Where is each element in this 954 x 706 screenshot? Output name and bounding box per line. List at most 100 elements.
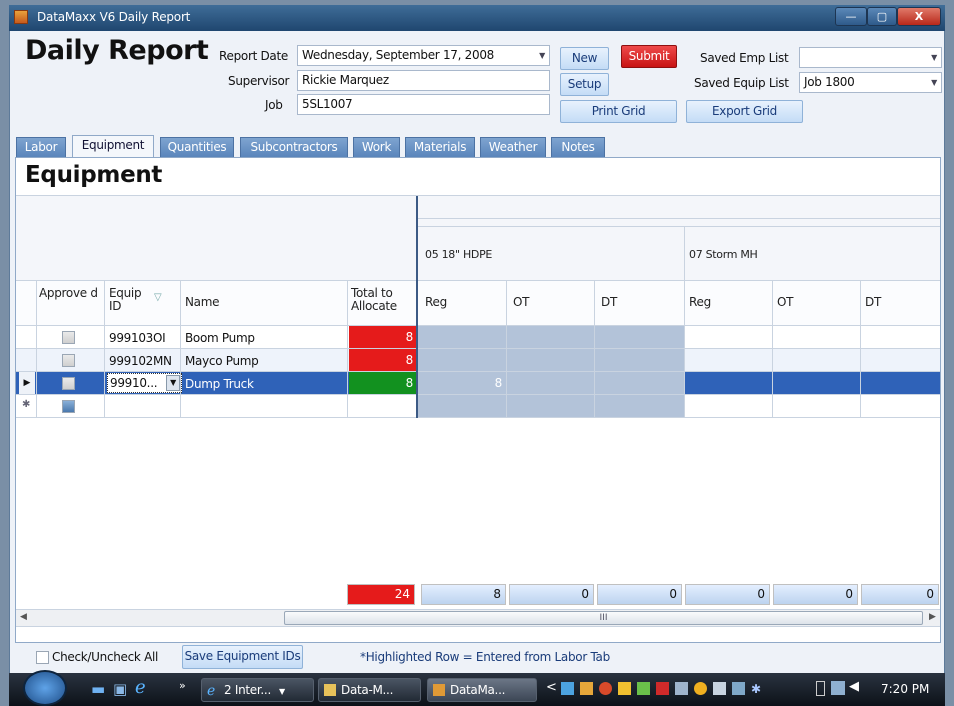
col-ot-1[interactable]: OT <box>513 295 529 309</box>
col-equip-id[interactable]: Equip ID <box>109 287 149 313</box>
page-title: Daily Report <box>25 35 209 66</box>
new-row[interactable]: ✱ <box>16 395 940 418</box>
tray-icon[interactable] <box>599 682 612 695</box>
window-title-bar: DataMaxx V6 Daily Report — ▢ X <box>9 5 945 31</box>
close-button[interactable]: X <box>897 7 941 26</box>
reg2-sum: 0 <box>685 584 770 605</box>
app-icon <box>433 684 445 696</box>
approve-checkbox[interactable] <box>62 331 75 344</box>
more-icon[interactable]: » <box>179 679 186 692</box>
col-total[interactable]: Total to Allocate <box>351 287 411 313</box>
new-button[interactable]: New <box>560 47 609 70</box>
supervisor-field[interactable]: Rickie Marquez <box>297 70 550 91</box>
maximize-button[interactable]: ▢ <box>867 7 897 26</box>
save-equipment-ids-button[interactable]: Save Equipment IDs <box>182 645 303 669</box>
saved-emp-list-select[interactable]: ▼ <box>799 47 942 68</box>
total-cell: 8 <box>349 326 417 348</box>
tab-weather[interactable]: Weather <box>480 137 546 157</box>
taskbar-item-ie[interactable]: ℯ2 Inter... ▼ <box>201 678 314 702</box>
tab-work[interactable]: Work <box>353 137 400 157</box>
shaded-cells[interactable] <box>418 349 684 371</box>
tab-quantities[interactable]: Quantities <box>160 137 234 157</box>
job-field[interactable]: 5SL1007 <box>297 94 550 115</box>
equip-id-combo[interactable]: 99910... ▼ <box>107 373 182 393</box>
setup-button[interactable]: Setup <box>560 73 609 96</box>
col-dt-1[interactable]: DT <box>601 295 617 309</box>
bluetooth-icon[interactable]: ✱ <box>751 682 764 696</box>
chevron-down-icon[interactable]: ▼ <box>166 375 180 391</box>
name-cell[interactable]: Dump Truck <box>185 377 254 391</box>
name-cell[interactable]: Mayco Pump <box>185 354 259 368</box>
job-label: Job <box>265 98 283 112</box>
tray-icon[interactable] <box>561 682 574 695</box>
network-icon[interactable] <box>831 681 845 695</box>
table-row[interactable]: 999103OI Boom Pump 8 <box>16 326 940 349</box>
clock[interactable]: 7:20 PM <box>881 682 929 696</box>
tab-materials[interactable]: Materials <box>405 137 475 157</box>
minimize-button[interactable]: — <box>835 7 867 26</box>
check-all-checkbox[interactable] <box>36 651 49 664</box>
reg1-sum: 8 <box>421 584 506 605</box>
tray-icon[interactable] <box>732 682 745 695</box>
col-reg-1[interactable]: Reg <box>425 295 447 309</box>
report-date-label: Report Date <box>219 49 288 63</box>
col-ot-2[interactable]: OT <box>777 295 793 309</box>
approve-checkbox[interactable] <box>62 354 75 367</box>
shaded-cells[interactable] <box>418 326 684 348</box>
name-cell[interactable]: Boom Pump <box>185 331 255 345</box>
approve-checkbox[interactable] <box>62 400 75 413</box>
export-grid-button[interactable]: Export Grid <box>686 100 803 123</box>
tray-icon[interactable] <box>713 682 726 695</box>
tray-icon[interactable] <box>694 682 707 695</box>
desktop-icon[interactable]: ▬ <box>91 680 105 698</box>
total-cell: 8 <box>349 349 417 371</box>
tab-equipment[interactable]: Equipment <box>72 135 154 157</box>
system-tray-icons[interactable]: ✱ <box>561 682 801 697</box>
tray-icon[interactable] <box>580 682 593 695</box>
col-dt-2[interactable]: DT <box>865 295 881 309</box>
tab-notes[interactable]: Notes <box>551 137 605 157</box>
battery-icon[interactable] <box>816 681 825 696</box>
taskbar-item-folder[interactable]: Data-M... <box>318 678 421 702</box>
tray-icon[interactable] <box>656 682 669 695</box>
main-window: Daily Report Report Date Wednesday, Sept… <box>9 31 945 673</box>
equipment-grid: 05 18" HDPE 07 Storm MH Approve d Equip … <box>16 195 940 605</box>
tray-icon[interactable] <box>675 682 688 695</box>
approve-checkbox[interactable] <box>62 377 75 390</box>
table-row[interactable]: 999102MN Mayco Pump 8 <box>16 349 940 372</box>
ie-icon[interactable]: ℯ <box>135 677 146 698</box>
horizontal-scrollbar[interactable]: ◀ III ▶ <box>16 609 940 627</box>
saved-emp-list-label: Saved Emp List <box>700 51 789 65</box>
filter-icon[interactable]: ▽ <box>154 292 162 303</box>
col-approve[interactable]: Approve d <box>39 287 99 300</box>
equip-id-cell[interactable]: 999102MN <box>109 354 172 368</box>
start-button[interactable] <box>23 670 67 706</box>
ot2-sum: 0 <box>773 584 858 605</box>
section-title: Equipment <box>25 162 163 188</box>
taskbar: ▬ ▣ ℯ » ℯ2 Inter... ▼ Data-M... DataMa...… <box>9 670 945 706</box>
check-all-label[interactable]: Check/Uncheck All <box>52 650 158 664</box>
window-title: DataMaxx V6 Daily Report <box>37 10 191 24</box>
tray-expand-icon[interactable]: < <box>546 680 557 695</box>
scroll-left-icon[interactable]: ◀ <box>20 612 27 622</box>
submit-button[interactable]: Submit <box>621 45 677 68</box>
col-reg-2[interactable]: Reg <box>689 295 711 309</box>
report-date-picker[interactable]: Wednesday, September 17, 2008 ▼ <box>297 45 550 66</box>
tray-icon[interactable] <box>618 682 631 695</box>
saved-equip-list-select[interactable]: Job 1800 ▼ <box>799 72 942 93</box>
col-name[interactable]: Name <box>185 295 220 309</box>
print-grid-button[interactable]: Print Grid <box>560 100 677 123</box>
scroll-thumb[interactable]: III <box>284 611 923 625</box>
tab-subcontractors[interactable]: Subcontractors <box>240 137 348 157</box>
supervisor-label: Supervisor <box>228 74 290 88</box>
reg-cell[interactable]: 8 <box>418 372 506 394</box>
taskbar-item-datamaxx[interactable]: DataMa... <box>427 678 537 702</box>
ot1-sum: 0 <box>509 584 594 605</box>
volume-icon[interactable]: ◀ <box>849 679 859 694</box>
tab-labor[interactable]: Labor <box>16 137 66 157</box>
scroll-right-icon[interactable]: ▶ <box>929 612 936 622</box>
switch-windows-icon[interactable]: ▣ <box>113 680 127 698</box>
equip-id-cell[interactable]: 999103OI <box>109 331 166 345</box>
tray-icon[interactable] <box>637 682 650 695</box>
table-row-selected[interactable]: ▶ 99910... ▼ Dump Truck 8 8 <box>16 372 940 395</box>
